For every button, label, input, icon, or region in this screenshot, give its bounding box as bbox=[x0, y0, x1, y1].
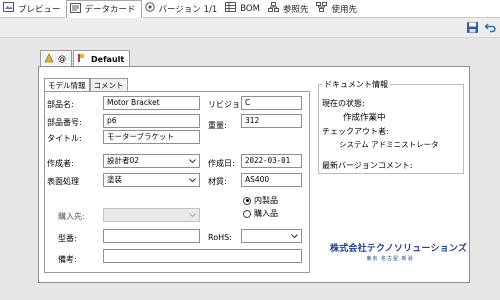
config-tab-at[interactable]: @ bbox=[40, 50, 72, 66]
author-select[interactable]: 設計者02 bbox=[103, 154, 200, 168]
tab-label: 使用先 bbox=[331, 4, 357, 15]
tab-comment[interactable]: コメント bbox=[89, 78, 128, 91]
radio-purchased[interactable]: 購入品 bbox=[243, 208, 278, 219]
part-name-field[interactable]: Motor Bracket bbox=[103, 96, 200, 110]
chevron-down-icon bbox=[189, 178, 196, 183]
material-label: 材質: bbox=[208, 177, 227, 186]
radio-inhouse[interactable]: 内製品 bbox=[243, 195, 278, 206]
surface-select[interactable]: 塗装 bbox=[103, 173, 200, 187]
current-state-value: 作成作業中 bbox=[343, 113, 386, 123]
author-label: 作成者: bbox=[47, 159, 74, 168]
latest-version-comment-label: 最新バージョンコメント: bbox=[322, 161, 413, 170]
tab-bom[interactable]: BOM bbox=[222, 0, 265, 17]
vendor-label: 購入先: bbox=[58, 212, 85, 221]
surface-label: 表面処理 bbox=[47, 177, 79, 186]
material-field[interactable]: AS400 bbox=[241, 173, 302, 187]
vendor-select[interactable] bbox=[103, 208, 200, 222]
tab-version[interactable]: バージョン 1/1 bbox=[142, 0, 223, 17]
weight-label: 重量: bbox=[208, 121, 227, 130]
config-icon bbox=[44, 52, 54, 65]
weight-field[interactable]: 312 bbox=[241, 114, 302, 128]
created-date-field[interactable]: 2022-03-01 bbox=[241, 154, 302, 168]
config-icon bbox=[77, 53, 87, 65]
tab-preview[interactable]: プレビュー bbox=[0, 0, 66, 17]
save-button[interactable] bbox=[466, 21, 480, 35]
document-info-title: ドキュメント情報 bbox=[322, 79, 390, 90]
tab-label: プレビュー bbox=[18, 4, 61, 15]
tab-datacard[interactable]: データカード bbox=[65, 0, 142, 18]
configuration-tabs: @ Default bbox=[40, 50, 131, 67]
company-logo-name: 株式会社テクノソリューションズ bbox=[330, 244, 468, 254]
preview-icon bbox=[3, 2, 14, 15]
radio-circle bbox=[243, 209, 251, 218]
chevron-down-icon bbox=[189, 213, 196, 218]
chevron-down-icon bbox=[291, 234, 298, 239]
radio-purchased-label: 購入品 bbox=[254, 209, 278, 218]
tab-where-used[interactable]: 使用先 bbox=[313, 0, 362, 17]
references-icon bbox=[267, 2, 279, 15]
radio-circle bbox=[243, 196, 251, 205]
chevron-down-icon bbox=[189, 159, 196, 164]
inner-tabs: モデル情報 コメント bbox=[44, 78, 128, 92]
rohs-label: RoHS: bbox=[208, 233, 232, 242]
title-label: タイトル: bbox=[47, 134, 82, 143]
rohs-select[interactable] bbox=[241, 229, 302, 243]
remarks-field[interactable] bbox=[103, 249, 302, 263]
tab-references[interactable]: 参照先 bbox=[265, 0, 314, 17]
tab-label: データカード bbox=[84, 5, 136, 15]
tab-model-info[interactable]: モデル情報 bbox=[44, 78, 90, 92]
config-tab-label: @ bbox=[58, 54, 66, 63]
undo-icon bbox=[484, 23, 496, 33]
current-state-label: 現在の状態: bbox=[322, 99, 365, 108]
tab-label: BOM bbox=[240, 3, 260, 14]
created-date-label: 作成日: bbox=[208, 159, 235, 168]
part-number-field[interactable]: p6 bbox=[103, 114, 200, 128]
bom-icon bbox=[225, 2, 237, 15]
company-logo-sub: 東京 名古屋 新潟 bbox=[366, 256, 414, 262]
model-number-field[interactable] bbox=[103, 229, 200, 243]
radio-inhouse-label: 内製品 bbox=[254, 196, 278, 205]
remarks-label: 備考: bbox=[58, 255, 77, 264]
part-name-label: 部品名: bbox=[47, 100, 74, 109]
checked-out-by-value: システム アドミニストレータ bbox=[339, 140, 439, 149]
checked-out-by-label: チェックアウト者: bbox=[322, 127, 389, 136]
toolbar bbox=[0, 18, 500, 38]
undo-button[interactable] bbox=[484, 21, 498, 35]
datacard-icon bbox=[69, 2, 81, 16]
tab-label: バージョン 1/1 bbox=[158, 4, 218, 15]
tab-label: 参照先 bbox=[282, 4, 309, 15]
config-tab-default[interactable]: Default bbox=[73, 50, 131, 67]
version-icon bbox=[144, 2, 155, 15]
where-used-icon bbox=[316, 2, 328, 15]
view-tab-strip: プレビュー データカード バージョン 1/1 BOM 参照先 使用先 bbox=[0, 0, 500, 18]
revision-field[interactable]: C bbox=[241, 96, 302, 110]
part-number-label: 部品番号: bbox=[47, 118, 82, 127]
company-logo: 株式会社テクノソリューションズ 東京 名古屋 新潟 bbox=[330, 241, 468, 262]
surface-value: 塗装 bbox=[107, 175, 122, 184]
title-field[interactable]: モーターブラケット bbox=[103, 130, 200, 144]
config-tab-label: Default bbox=[91, 54, 125, 64]
model-number-label: 型番: bbox=[58, 234, 77, 243]
author-value: 設計者02 bbox=[107, 156, 140, 165]
save-icon bbox=[467, 22, 478, 33]
